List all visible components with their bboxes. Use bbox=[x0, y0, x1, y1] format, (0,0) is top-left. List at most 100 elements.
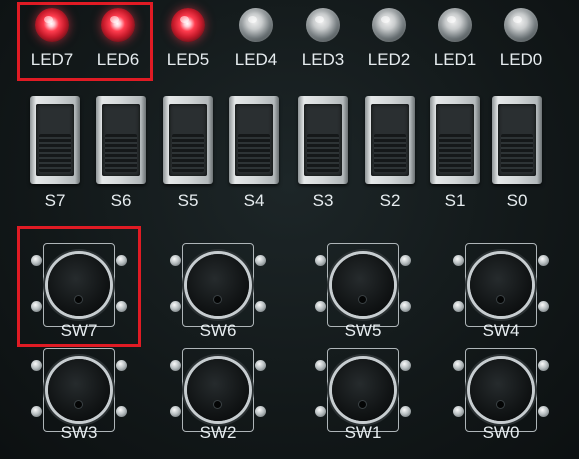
led-specular-highlight bbox=[180, 16, 189, 23]
slide-switch-s2[interactable] bbox=[365, 96, 415, 184]
led-specular-highlight bbox=[447, 16, 456, 23]
slide-switch-s5-label: S5 bbox=[177, 191, 199, 210]
led6-light bbox=[101, 8, 135, 42]
led6-label: LED6 bbox=[96, 50, 140, 69]
push-button-sw4[interactable] bbox=[453, 243, 549, 327]
push-button-cap[interactable] bbox=[48, 254, 110, 316]
slide-switch-s1-label: S1 bbox=[444, 191, 466, 210]
slide-switch-s3[interactable] bbox=[298, 96, 348, 184]
led5-light bbox=[171, 8, 205, 42]
slide-switch-s6[interactable] bbox=[96, 96, 146, 184]
slide-switch-knob[interactable] bbox=[439, 134, 471, 172]
solder-pin bbox=[315, 406, 326, 417]
solder-pin bbox=[315, 255, 326, 266]
led7-label: LED7 bbox=[30, 50, 74, 69]
push-button-center-hole bbox=[75, 401, 82, 408]
slide-switch-s1[interactable] bbox=[430, 96, 480, 184]
push-button-sw1-label: SW1 bbox=[344, 423, 382, 442]
led0-light bbox=[504, 8, 538, 42]
push-button-cap[interactable] bbox=[187, 254, 249, 316]
solder-pin bbox=[315, 360, 326, 371]
slide-switch-slot bbox=[498, 104, 536, 176]
push-button-sw6-label: SW6 bbox=[199, 321, 237, 340]
slide-switch-slot bbox=[436, 104, 474, 176]
led7-light bbox=[35, 8, 69, 42]
slide-switch-s3-label: S3 bbox=[312, 191, 334, 210]
slide-switch-s6-label: S6 bbox=[110, 191, 132, 210]
solder-pin bbox=[453, 406, 464, 417]
slide-switch-knob[interactable] bbox=[39, 134, 71, 172]
push-button-sw3[interactable] bbox=[31, 348, 127, 432]
solder-pin bbox=[400, 406, 411, 417]
solder-pin bbox=[116, 255, 127, 266]
led4-light bbox=[239, 8, 273, 42]
push-button-sw2-label: SW2 bbox=[199, 423, 237, 442]
push-button-cap[interactable] bbox=[48, 359, 110, 421]
led-specular-highlight bbox=[513, 16, 522, 23]
push-button-sw5[interactable] bbox=[315, 243, 411, 327]
push-button-center-hole bbox=[497, 296, 504, 303]
push-button-sw2[interactable] bbox=[170, 348, 266, 432]
solder-pin bbox=[31, 301, 42, 312]
push-button-cap[interactable] bbox=[332, 254, 394, 316]
push-button-cap[interactable] bbox=[470, 359, 532, 421]
push-button-center-hole bbox=[214, 401, 221, 408]
push-button-sw7[interactable] bbox=[31, 243, 127, 327]
slide-switch-s4-label: S4 bbox=[243, 191, 265, 210]
led-specular-highlight bbox=[110, 16, 119, 23]
slide-switch-slot bbox=[169, 104, 207, 176]
push-button-cap[interactable] bbox=[332, 359, 394, 421]
slide-switch-knob[interactable] bbox=[172, 134, 204, 172]
led0-label: LED0 bbox=[499, 50, 543, 69]
led2-label: LED2 bbox=[367, 50, 411, 69]
solder-pin bbox=[170, 255, 181, 266]
solder-pin bbox=[538, 360, 549, 371]
led1-light bbox=[438, 8, 472, 42]
led-specular-highlight bbox=[381, 16, 390, 23]
push-button-center-hole bbox=[497, 401, 504, 408]
slide-switch-knob[interactable] bbox=[501, 134, 533, 172]
push-button-sw7-label: SW7 bbox=[60, 321, 98, 340]
solder-pin bbox=[31, 360, 42, 371]
slide-switch-knob[interactable] bbox=[307, 134, 339, 172]
solder-pin bbox=[116, 301, 127, 312]
solder-pin bbox=[31, 255, 42, 266]
slide-switch-s5[interactable] bbox=[163, 96, 213, 184]
push-button-center-hole bbox=[359, 401, 366, 408]
push-button-sw0[interactable] bbox=[453, 348, 549, 432]
push-button-center-hole bbox=[214, 296, 221, 303]
slide-switch-s0[interactable] bbox=[492, 96, 542, 184]
solder-pin bbox=[170, 360, 181, 371]
led2-light bbox=[372, 8, 406, 42]
led1-label: LED1 bbox=[433, 50, 477, 69]
solder-pin bbox=[538, 301, 549, 312]
led3-label: LED3 bbox=[301, 50, 345, 69]
push-button-sw0-label: SW0 bbox=[482, 423, 520, 442]
push-button-sw1[interactable] bbox=[315, 348, 411, 432]
slide-switch-s4[interactable] bbox=[229, 96, 279, 184]
push-button-sw6[interactable] bbox=[170, 243, 266, 327]
solder-pin bbox=[453, 360, 464, 371]
solder-pin bbox=[400, 301, 411, 312]
slide-switch-s7[interactable] bbox=[30, 96, 80, 184]
slide-switch-knob[interactable] bbox=[105, 134, 137, 172]
push-button-sw3-label: SW3 bbox=[60, 423, 98, 442]
solder-pin bbox=[31, 406, 42, 417]
push-button-center-hole bbox=[359, 296, 366, 303]
slide-switch-knob[interactable] bbox=[238, 134, 270, 172]
solder-pin bbox=[255, 255, 266, 266]
push-button-cap[interactable] bbox=[470, 254, 532, 316]
solder-pin bbox=[453, 255, 464, 266]
solder-pin bbox=[170, 406, 181, 417]
push-button-cap[interactable] bbox=[187, 359, 249, 421]
solder-pin bbox=[315, 301, 326, 312]
solder-pin bbox=[255, 406, 266, 417]
solder-pin bbox=[255, 301, 266, 312]
slide-switch-knob[interactable] bbox=[374, 134, 406, 172]
slide-switch-slot bbox=[36, 104, 74, 176]
led3-light bbox=[306, 8, 340, 42]
push-button-center-hole bbox=[75, 296, 82, 303]
slide-switch-slot bbox=[235, 104, 273, 176]
solder-pin bbox=[116, 406, 127, 417]
solder-pin bbox=[400, 360, 411, 371]
